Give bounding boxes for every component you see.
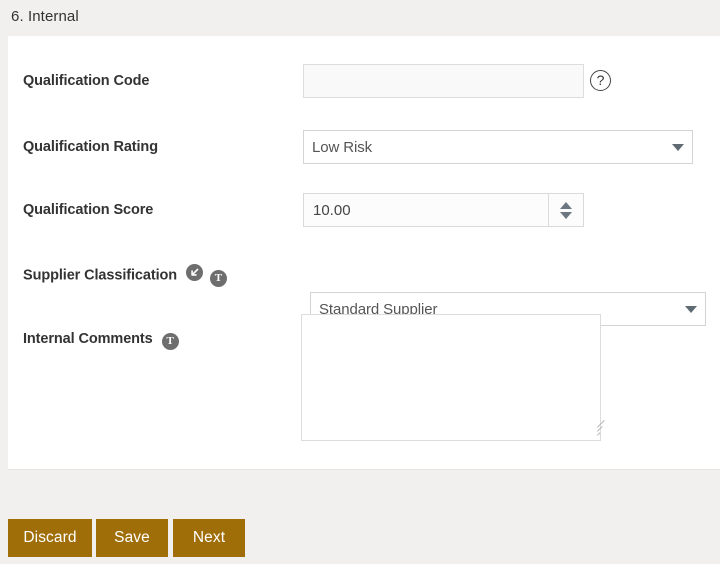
footer-actions: Discard Save Next xyxy=(0,470,720,564)
discard-button[interactable]: Discard xyxy=(8,519,92,557)
translate-text-icon[interactable]: T xyxy=(209,270,227,287)
qualification-code-input[interactable] xyxy=(303,64,584,98)
arrow-down-left-icon[interactable] xyxy=(185,264,203,281)
qualification-rating-value: Low Risk xyxy=(312,138,373,156)
question-mark-icon[interactable]: ? xyxy=(590,70,611,91)
badge-letter: T xyxy=(214,272,223,284)
label-qualification-code: Qualification Code xyxy=(23,73,150,89)
form-panel: Qualification Code ? Qualification Ratin… xyxy=(8,36,720,470)
chevron-down-icon xyxy=(672,143,684,151)
caret-down-icon[interactable] xyxy=(560,211,572,219)
save-button[interactable]: Save xyxy=(96,519,168,557)
label-supplier-classification: Supplier Classification T xyxy=(23,264,230,287)
internal-comments-textarea[interactable] xyxy=(301,314,601,441)
form-screen: 6. Internal Qualification Code ? Qualifi… xyxy=(0,0,720,564)
label-supplier-classification-text: Supplier Classification xyxy=(23,267,178,284)
translate-text-icon[interactable]: T xyxy=(161,333,179,350)
qualification-rating-select[interactable]: Low Risk xyxy=(303,130,693,164)
label-internal-comments: Internal Comments T xyxy=(23,328,182,350)
next-button[interactable]: Next xyxy=(173,519,245,557)
badge-letter: T xyxy=(166,335,174,347)
supplier-classification-badges: T xyxy=(185,264,230,287)
chevron-down-icon xyxy=(685,305,697,313)
internal-comments-badges: T xyxy=(161,328,182,350)
caret-up-icon[interactable] xyxy=(560,201,572,209)
qualification-score-value[interactable]: 10.00 xyxy=(304,194,548,226)
label-internal-comments-text: Internal Comments xyxy=(23,330,153,347)
label-qualification-score: Qualification Score xyxy=(23,202,154,218)
section-title: 6. Internal xyxy=(11,8,79,25)
stepper-buttons[interactable] xyxy=(548,194,583,226)
section-header: 6. Internal xyxy=(0,0,720,36)
qualification-score-stepper[interactable]: 10.00 xyxy=(303,193,584,227)
label-qualification-rating: Qualification Rating xyxy=(23,139,158,155)
